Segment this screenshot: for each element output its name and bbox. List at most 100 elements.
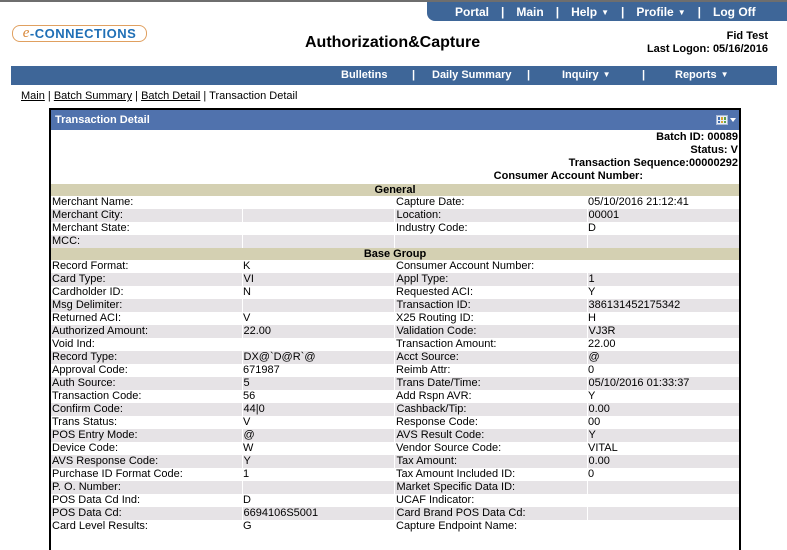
field-value: K bbox=[242, 260, 394, 273]
table-row: Record Type: DX@`D@R`@ Acct Source: @ bbox=[51, 351, 739, 364]
field-label: Capture Date: bbox=[394, 196, 587, 209]
field-label: P. O. Number: bbox=[51, 481, 242, 494]
field-label: Validation Code: bbox=[393, 325, 587, 338]
table-row: Device Code: W Vendor Source Code: VITAL bbox=[51, 442, 739, 455]
section-header: General bbox=[51, 184, 739, 196]
field-label: Returned ACI: bbox=[51, 312, 242, 325]
top-nav-main[interactable]: Main bbox=[516, 5, 543, 19]
breadcrumb-current: Transaction Detail bbox=[209, 90, 298, 102]
field-label: Vendor Source Code: bbox=[394, 442, 587, 455]
grid-columns-icon bbox=[716, 115, 728, 125]
field-value: 0 bbox=[587, 364, 739, 377]
field-value: 6694106S5001 bbox=[241, 507, 394, 520]
field-label: Requested ACI: bbox=[394, 286, 587, 299]
top-nav-profile-label: Profile bbox=[636, 4, 674, 19]
chevron-down-icon: ▼ bbox=[677, 7, 686, 17]
field-label: Authorized Amount: bbox=[51, 325, 242, 338]
table-row: Msg Delimiter: Transaction ID: 38613145217… bbox=[51, 299, 739, 312]
econnections-logo: e -CONNECTIONS bbox=[12, 25, 147, 42]
table-row: Returned ACI: V X25 Routing ID: H bbox=[51, 312, 739, 325]
field-label: UCAF Indicator: bbox=[394, 494, 587, 507]
field-label: Record Type: bbox=[51, 351, 242, 364]
breadcrumb-separator: | bbox=[132, 90, 142, 102]
transaction-detail-panel: Transaction Detail Batch ID: 00089 Statu… bbox=[49, 108, 741, 550]
field-label: Msg Delimiter: bbox=[51, 299, 242, 312]
transaction-summary: Batch ID: 00089 Status: V Transaction Se… bbox=[51, 130, 739, 183]
field-value bbox=[586, 507, 739, 520]
divider: | bbox=[621, 4, 625, 19]
breadcrumb-main[interactable]: Main bbox=[21, 90, 45, 102]
top-nav-help[interactable]: Help ▼ bbox=[571, 5, 609, 19]
table-row: Confirm Code: 44|0 Cashback/Tip: 0.00 bbox=[51, 403, 739, 416]
breadcrumb: Main | Batch Summary | Batch Detail | Tr… bbox=[21, 90, 297, 102]
field-value: 05/10/2016 01:33:37 bbox=[586, 377, 739, 390]
field-value bbox=[241, 235, 394, 248]
field-label: Approval Code: bbox=[51, 364, 242, 377]
field-label: AVS Result Code: bbox=[393, 429, 587, 442]
consumer-account-number: Consumer Account Number: bbox=[493, 170, 643, 182]
main-nav-reports-label: Reports bbox=[675, 69, 717, 81]
batch-id: Batch ID: 00089 bbox=[656, 131, 738, 143]
field-label: Card Type: bbox=[51, 273, 242, 286]
field-value: W bbox=[242, 442, 394, 455]
main-nav-daily-summary[interactable]: Daily Summary bbox=[432, 69, 511, 81]
field-value: 671987 bbox=[242, 364, 394, 377]
logo-prefix: e bbox=[22, 25, 30, 41]
breadcrumb-batch-detail[interactable]: Batch Detail bbox=[141, 90, 200, 102]
top-nav-portal[interactable]: Portal bbox=[455, 5, 489, 19]
field-label: Merchant Name: bbox=[51, 196, 242, 209]
main-nav: Bulletins | Daily Summary | Inquiry ▼ | R… bbox=[11, 66, 777, 85]
main-nav-reports[interactable]: Reports ▼ bbox=[675, 69, 728, 81]
field-value: 0.00 bbox=[586, 455, 739, 468]
table-row: Authorized Amount: 22.00 Validation Code: V… bbox=[51, 325, 739, 338]
table-row: Merchant City: Location: 00001 bbox=[51, 209, 739, 222]
field-label: Cashback/Tip: bbox=[393, 403, 587, 416]
panel-title: Transaction Detail bbox=[55, 114, 150, 126]
breadcrumb-batch-summary[interactable]: Batch Summary bbox=[54, 90, 132, 102]
field-label: Acct Source: bbox=[393, 351, 587, 364]
top-nav-profile[interactable]: Profile ▼ bbox=[636, 5, 685, 19]
field-label: Void Ind: bbox=[51, 338, 242, 351]
field-value: 0 bbox=[587, 468, 739, 481]
field-label: POS Entry Mode: bbox=[51, 429, 242, 442]
field-value bbox=[587, 494, 739, 507]
chevron-down-icon: ▼ bbox=[720, 70, 729, 79]
main-nav-bulletins[interactable]: Bulletins bbox=[341, 69, 387, 81]
field-value: Y bbox=[587, 286, 739, 299]
field-value: 44|0 bbox=[241, 403, 394, 416]
field-value bbox=[241, 209, 394, 222]
field-value bbox=[242, 338, 394, 351]
divider: | bbox=[527, 69, 531, 81]
field-label: Record Format: bbox=[51, 260, 242, 273]
divider: | bbox=[555, 4, 560, 19]
field-value bbox=[242, 222, 394, 235]
field-value: H bbox=[587, 312, 739, 325]
field-value: VJ3R bbox=[586, 325, 739, 338]
main-nav-inquiry[interactable]: Inquiry ▼ bbox=[562, 69, 611, 81]
field-value bbox=[586, 235, 739, 248]
field-value: @ bbox=[586, 351, 739, 364]
user-info: Fid Test Last Logon: 05/16/2016 bbox=[647, 30, 768, 56]
table-row: POS Data Cd Ind: D UCAF Indicator: bbox=[51, 494, 739, 507]
field-value: Y bbox=[587, 390, 739, 403]
field-label: Device Code: bbox=[51, 442, 242, 455]
breadcrumb-separator: | bbox=[44, 90, 54, 102]
divider: | bbox=[501, 4, 505, 19]
field-value: Y bbox=[586, 429, 739, 442]
field-label: Transaction Amount: bbox=[394, 338, 587, 351]
field-label: Transaction Code: bbox=[51, 390, 242, 403]
field-label: Tax Amount Included ID: bbox=[394, 468, 587, 481]
last-logon: Last Logon: 05/16/2016 bbox=[646, 43, 768, 55]
table-row: Card Level Results: G Capture Endpoint Nam… bbox=[51, 520, 739, 533]
top-nav-log-off[interactable]: Log Off bbox=[713, 5, 756, 19]
breadcrumb-separator: | bbox=[200, 90, 210, 102]
field-value: 00 bbox=[587, 416, 739, 429]
field-label: Confirm Code: bbox=[51, 403, 242, 416]
field-label: Cardholder ID: bbox=[51, 286, 242, 299]
field-value: V bbox=[242, 416, 394, 429]
field-label: Industry Code: bbox=[394, 222, 587, 235]
column-chooser-button[interactable] bbox=[716, 115, 736, 125]
page-title: Authorization&Capture bbox=[305, 34, 481, 51]
field-label: Card Level Results: bbox=[51, 520, 242, 533]
field-value bbox=[587, 520, 739, 533]
